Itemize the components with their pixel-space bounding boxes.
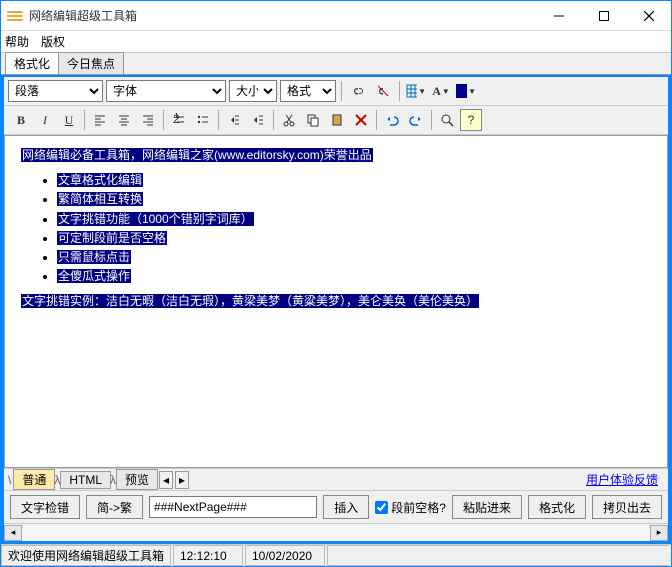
tab-nav-left-icon[interactable]: ◂	[159, 471, 173, 489]
status-message: 欢迎使用网络编辑超级工具箱	[1, 545, 171, 566]
svg-text:1: 1	[173, 113, 180, 121]
status-date: 10/02/2020	[245, 545, 325, 566]
content-example: 文字挑错实例：洁白无暇（洁白无瑕），黄梁美梦（黄粱美梦），美仑美奂（美伦美奂）	[21, 294, 479, 308]
statusbar: 欢迎使用网络编辑超级工具箱 12:12:10 10/02/2020	[1, 544, 671, 566]
copy-out-button[interactable]: 拷贝出去	[592, 495, 662, 519]
window-title: 网络编辑超级工具箱	[29, 7, 536, 24]
outdent-icon[interactable]	[223, 109, 245, 131]
list-item: 只需鼠标点击	[57, 250, 131, 264]
paste-in-button[interactable]: 粘贴进来	[452, 495, 522, 519]
tab-format[interactable]: 格式化	[5, 52, 59, 74]
table-icon[interactable]: ▼	[405, 80, 427, 102]
nextpage-input[interactable]	[149, 496, 317, 518]
size-select[interactable]: 大小	[229, 80, 277, 102]
app-icon	[7, 8, 23, 24]
editor-area[interactable]: 网络编辑必备工具箱，网络编辑之家(www.editorsky.com)荣誉出品 …	[4, 135, 668, 468]
feedback-link[interactable]: 用户体验反馈	[586, 471, 658, 488]
maximize-button[interactable]	[581, 1, 626, 30]
close-button[interactable]	[626, 1, 671, 30]
link-icon[interactable]	[347, 80, 369, 102]
underline-button[interactable]: U	[58, 109, 80, 131]
format-button[interactable]: 格式化	[528, 495, 586, 519]
font-select[interactable]: 字体	[106, 80, 226, 102]
list-item: 可定制段前是否空格	[57, 231, 167, 245]
tab-preview[interactable]: 预览	[116, 469, 158, 490]
tab-nav-right-icon[interactable]: ▸	[175, 471, 189, 489]
view-tabs: \ 普通 λ HTML λ 预览 ◂ ▸ 用户体验反馈	[4, 468, 668, 490]
list-item: 文字挑错功能（1000个错别字词库）	[57, 212, 254, 226]
action-bar: 文字检错 简->繁 插入 段前空格? 粘贴进来 格式化 拷贝出去	[4, 490, 668, 523]
simp-to-trad-button[interactable]: 简->繁	[86, 495, 143, 519]
scroll-left-icon[interactable]: ◂	[4, 525, 22, 541]
tab-today[interactable]: 今日焦点	[58, 52, 124, 74]
highlight-color-icon[interactable]: ▼	[455, 80, 477, 102]
align-right-icon[interactable]	[137, 109, 159, 131]
paste-icon[interactable]	[326, 109, 348, 131]
font-color-icon[interactable]: A▼	[430, 80, 452, 102]
check-errors-button[interactable]: 文字检错	[10, 495, 80, 519]
toolbar-edit: B I U 12 ?	[4, 106, 668, 135]
feature-list: 文章格式化编辑 繁简体相互转换 文字挑错功能（1000个错别字词库） 可定制段前…	[57, 171, 651, 286]
find-icon[interactable]	[436, 109, 458, 131]
cut-icon[interactable]	[278, 109, 300, 131]
list-item: 全傻瓜式操作	[57, 269, 131, 283]
bold-button[interactable]: B	[10, 109, 32, 131]
menu-help[interactable]: 帮助	[5, 33, 29, 50]
menubar: 帮助 版权	[1, 31, 671, 53]
list-item: 繁简体相互转换	[57, 192, 143, 206]
undo-icon[interactable]	[381, 109, 403, 131]
ordered-list-icon[interactable]: 12	[168, 109, 190, 131]
status-time: 12:12:10	[173, 545, 243, 566]
help-icon[interactable]: ?	[460, 109, 482, 131]
unordered-list-icon[interactable]	[192, 109, 214, 131]
italic-button[interactable]: I	[34, 109, 56, 131]
indent-icon[interactable]	[247, 109, 269, 131]
menu-copyright[interactable]: 版权	[41, 33, 65, 50]
list-item: 文章格式化编辑	[57, 173, 143, 187]
top-tabs: 格式化 今日焦点	[1, 53, 671, 75]
minimize-button[interactable]	[536, 1, 581, 30]
delete-icon[interactable]	[350, 109, 372, 131]
redo-icon[interactable]	[405, 109, 427, 131]
insert-button[interactable]: 插入	[323, 495, 369, 519]
toolbar-formatting: 段落 字体 大小 格式 ▼ A▼ ▼	[4, 77, 668, 106]
align-center-icon[interactable]	[113, 109, 135, 131]
titlebar: 网络编辑超级工具箱	[1, 1, 671, 31]
svg-text:2: 2	[173, 113, 180, 126]
tab-html[interactable]: HTML	[60, 471, 111, 489]
unlink-icon[interactable]	[372, 80, 394, 102]
paragraph-select[interactable]: 段落	[8, 80, 103, 102]
content-intro: 网络编辑必备工具箱，网络编辑之家(www.editorsky.com)荣誉出品	[21, 148, 373, 162]
scroll-right-icon[interactable]: ▸	[650, 525, 668, 541]
copy-icon[interactable]	[302, 109, 324, 131]
align-left-icon[interactable]	[89, 109, 111, 131]
format-select[interactable]: 格式	[280, 80, 336, 102]
horizontal-scrollbar[interactable]: ◂ ▸	[4, 523, 668, 541]
spacing-checkbox[interactable]: 段前空格?	[375, 499, 446, 516]
tab-normal[interactable]: 普通	[13, 469, 55, 490]
